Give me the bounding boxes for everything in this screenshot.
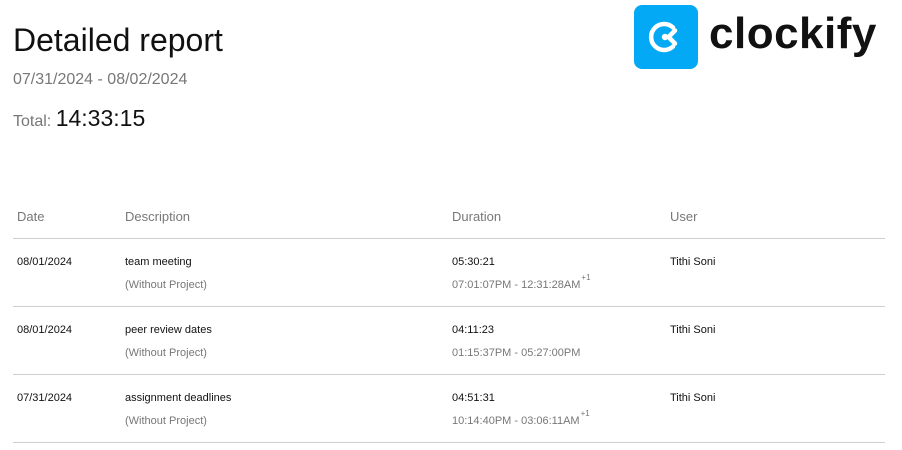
entry-time-range-cell: 01:15:37PM - 05:27:00PM (452, 347, 581, 359)
date-range: 07/31/2024 - 08/02/2024 (13, 71, 188, 88)
entry-project: (Without Project) (125, 279, 207, 291)
entry-date: 08/01/2024 (17, 256, 73, 268)
total-value: 14:33:15 (55, 105, 146, 131)
report-table: Date Description Duration User 08/01/202… (13, 200, 885, 443)
entry-user: Tithi Soni (670, 256, 716, 268)
table-row: 08/01/2024 team meeting (Without Project… (13, 239, 885, 307)
entry-time-range-cell: 10:14:40PM - 03:06:11AM+1 (452, 409, 590, 427)
entry-date: 07/31/2024 (17, 392, 73, 404)
entry-user: Tithi Soni (670, 324, 716, 336)
column-header-duration: Duration (452, 209, 502, 224)
column-header-description: Description (125, 209, 191, 224)
clockify-logo-icon (634, 5, 698, 69)
entry-date: 08/01/2024 (17, 324, 73, 336)
entry-user: Tithi Soni (670, 392, 716, 404)
column-header-date: Date (17, 209, 45, 224)
table-row: 07/31/2024 assignment deadlines (Without… (13, 375, 885, 443)
entry-duration: 04:11:23 (452, 324, 495, 336)
entry-description: team meeting (125, 256, 192, 268)
entry-duration: 05:30:21 (452, 256, 495, 268)
entry-time-range: 07:01:07PM - 12:31:28AM (452, 279, 581, 291)
table-row: 08/01/2024 peer review dates (Without Pr… (13, 307, 885, 375)
column-header-user: User (670, 209, 698, 224)
entry-time-range: 01:15:37PM - 05:27:00PM (452, 347, 581, 359)
entry-duration: 04:51:31 (452, 392, 495, 404)
entry-time-range-cell: 07:01:07PM - 12:31:28AM+1 (452, 273, 591, 291)
clockify-logo: clockify (634, 5, 877, 69)
entry-description: assignment deadlines (125, 392, 232, 404)
entry-project: (Without Project) (125, 347, 207, 359)
day-offset-badge: +1 (580, 409, 590, 418)
entry-description: peer review dates (125, 324, 212, 336)
entry-project: (Without Project) (125, 415, 207, 427)
entry-time-range: 10:14:40PM - 03:06:11AM (452, 415, 580, 427)
day-offset-badge: +1 (581, 273, 591, 282)
table-header: Date Description Duration User (13, 200, 885, 239)
total-summary: Total: 14:33:15 (13, 103, 145, 137)
page-title: Detailed report (13, 22, 223, 58)
total-label: Total: (13, 113, 52, 130)
logo-wordmark: clockify (709, 9, 877, 58)
